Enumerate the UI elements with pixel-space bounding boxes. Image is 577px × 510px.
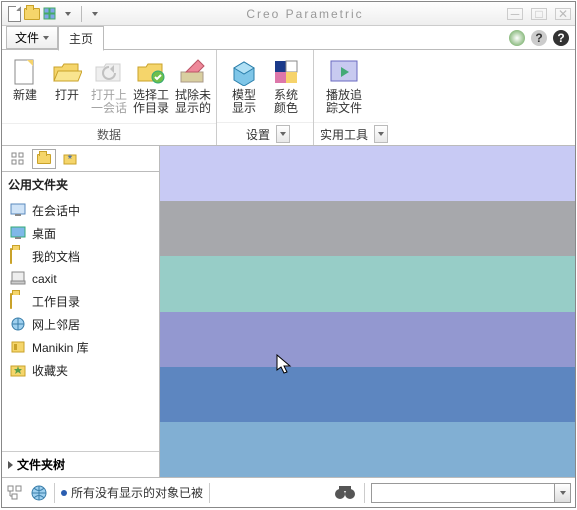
folder-tree-toggle[interactable]: 文件夹树 bbox=[2, 451, 159, 477]
tree-toggle-icon[interactable] bbox=[6, 484, 24, 502]
sidebar-header: 公用文件夹 bbox=[2, 172, 159, 197]
sidebar-tab-folders[interactable] bbox=[32, 149, 56, 169]
new-button[interactable]: 新建 bbox=[4, 54, 46, 104]
resource-icon[interactable] bbox=[509, 30, 525, 46]
workdir-icon bbox=[10, 294, 26, 310]
dropdown-icon[interactable] bbox=[60, 6, 76, 22]
play-trace-button[interactable]: 播放追 踪文件 bbox=[320, 54, 368, 117]
sidebar-item-session[interactable]: 在会话中 bbox=[2, 199, 159, 222]
ribbon-group-utils: 播放追 踪文件 实用工具 bbox=[314, 50, 388, 145]
sidebar-item-favorites[interactable]: 收藏夹 bbox=[2, 359, 159, 382]
help-icon[interactable]: ? bbox=[553, 30, 569, 46]
graphics-canvas[interactable] bbox=[160, 146, 575, 477]
desktop-icon bbox=[10, 226, 26, 242]
settings-dropdown[interactable]: 设置 bbox=[240, 125, 290, 143]
find-icon[interactable] bbox=[334, 484, 358, 502]
window-buttons: ─ □ ✕ bbox=[507, 8, 571, 20]
library-icon bbox=[10, 340, 26, 356]
select-wd-button[interactable]: 选择工 作目录 bbox=[130, 54, 172, 117]
content-area: * 公用文件夹 在会话中 桌面 我的文档 caxit 工作目录 网上邻居 Man… bbox=[2, 146, 575, 477]
chevron-down-icon bbox=[43, 36, 49, 40]
new-file-icon bbox=[9, 56, 41, 88]
open-folder-icon[interactable] bbox=[24, 6, 40, 22]
group-label-data: 数据 bbox=[2, 123, 216, 145]
erase-icon bbox=[177, 56, 209, 88]
maximize-button[interactable]: □ bbox=[531, 8, 547, 20]
erase-button[interactable]: 拭除未 显示的 bbox=[172, 54, 214, 117]
windows-icon[interactable] bbox=[42, 6, 58, 22]
file-menu[interactable]: 文件 bbox=[6, 26, 58, 49]
info-icon[interactable]: ? bbox=[531, 30, 547, 46]
sidebar-list: 在会话中 桌面 我的文档 caxit 工作目录 网上邻居 Manikin 库 收… bbox=[2, 197, 159, 384]
model-display-icon bbox=[228, 56, 260, 88]
open-last-icon bbox=[93, 56, 125, 88]
status-message: 所有没有显示的对象已被 bbox=[61, 484, 203, 501]
bullet-icon bbox=[61, 490, 67, 496]
sidebar-item-caxit[interactable]: caxit bbox=[2, 268, 159, 290]
sidebar: * 公用文件夹 在会话中 桌面 我的文档 caxit 工作目录 网上邻居 Man… bbox=[2, 146, 160, 477]
network-icon bbox=[10, 317, 26, 333]
open-last-button[interactable]: 打开上 一会话 bbox=[88, 54, 130, 117]
customize-dropdown-icon[interactable] bbox=[87, 6, 103, 22]
ribbon-group-settings: 模型 显示 系统 颜色 设置 bbox=[217, 50, 314, 145]
sidebar-tabs: * bbox=[2, 146, 159, 172]
sidebar-tab-favorites[interactable]: * bbox=[58, 149, 82, 169]
svg-text:*: * bbox=[68, 153, 73, 165]
titlebar: Creo Parametric ─ □ ✕ bbox=[2, 2, 575, 26]
ribbon-group-data: 新建 打开 打开上 一会话 选择工 作目录 拭除未 显示的 bbox=[2, 50, 217, 145]
select-wd-icon bbox=[135, 56, 167, 88]
selection-filter-combo[interactable] bbox=[371, 483, 571, 503]
ribbon-tabs: 文件 主页 ? ? bbox=[2, 26, 575, 50]
play-trace-icon bbox=[328, 56, 360, 88]
model-display-button[interactable]: 模型 显示 bbox=[223, 54, 265, 117]
sidebar-item-network[interactable]: 网上邻居 bbox=[2, 313, 159, 336]
chevron-right-icon bbox=[8, 461, 13, 469]
new-doc-icon[interactable] bbox=[6, 6, 22, 22]
utils-dropdown[interactable]: 实用工具 bbox=[314, 125, 388, 143]
status-bar: 所有没有显示的对象已被 bbox=[2, 477, 575, 507]
close-button[interactable]: ✕ bbox=[555, 8, 571, 20]
ribbon: 新建 打开 打开上 一会话 选择工 作目录 拭除未 显示的 bbox=[2, 50, 575, 146]
file-menu-label: 文件 bbox=[15, 29, 39, 46]
favorites-icon bbox=[10, 363, 26, 379]
chevron-down-icon bbox=[554, 484, 570, 502]
quick-access-toolbar bbox=[6, 6, 103, 22]
tab-home[interactable]: 主页 bbox=[58, 26, 104, 51]
sidebar-item-desktop[interactable]: 桌面 bbox=[2, 222, 159, 245]
open-folder-icon bbox=[51, 56, 83, 88]
sidebar-item-workdir[interactable]: 工作目录 bbox=[2, 290, 159, 313]
minimize-button[interactable]: ─ bbox=[507, 8, 523, 20]
sidebar-tab-tree[interactable] bbox=[6, 149, 30, 169]
app-window: Creo Parametric ─ □ ✕ 文件 主页 ? ? 新建 bbox=[1, 1, 576, 508]
sidebar-item-documents[interactable]: 我的文档 bbox=[2, 245, 159, 268]
browser-icon[interactable] bbox=[30, 484, 48, 502]
documents-icon bbox=[10, 249, 26, 265]
system-color-button[interactable]: 系统 颜色 bbox=[265, 54, 307, 117]
computer-icon bbox=[10, 271, 26, 287]
system-color-icon bbox=[270, 56, 302, 88]
sidebar-item-manikin[interactable]: Manikin 库 bbox=[2, 336, 159, 359]
session-icon bbox=[10, 203, 26, 219]
chevron-down-icon bbox=[374, 125, 388, 143]
app-title: Creo Parametric bbox=[103, 7, 507, 21]
chevron-down-icon bbox=[276, 125, 290, 143]
open-button[interactable]: 打开 bbox=[46, 54, 88, 104]
